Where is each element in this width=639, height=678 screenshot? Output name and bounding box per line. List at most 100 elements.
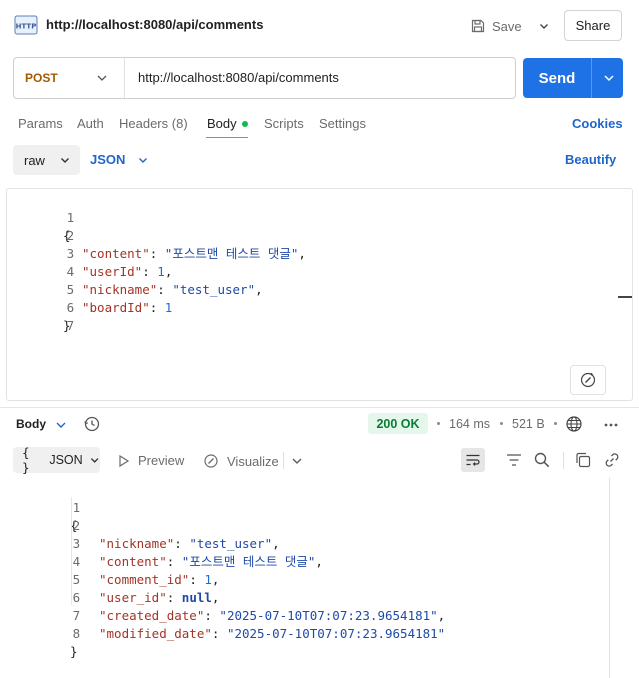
active-tab-indicator	[206, 137, 248, 138]
json-tail: ,	[437, 608, 446, 623]
body-type-select[interactable]: raw	[13, 145, 80, 175]
globe-icon[interactable]	[565, 415, 583, 433]
json-value: "test_user"	[172, 282, 256, 297]
line-number: 1	[66, 210, 75, 225]
line-number: 2	[66, 228, 75, 243]
code-line: 8 }	[0, 607, 80, 659]
response-time[interactable]: 164 ms	[449, 417, 490, 431]
status-badge[interactable]: 200 OK	[368, 413, 428, 434]
send-options-chevron-icon[interactable]	[601, 70, 617, 86]
filter-icon[interactable]	[505, 452, 523, 468]
tab-settings[interactable]: Settings	[319, 116, 366, 131]
tab-auth[interactable]: Auth	[77, 116, 104, 131]
chevron-down-icon	[60, 158, 69, 163]
headers-count: (8)	[171, 116, 188, 131]
line-number: 5	[66, 282, 75, 297]
body-format-select[interactable]: JSON	[90, 152, 149, 167]
line-number: 3	[72, 536, 81, 551]
tab-body[interactable]: Body	[207, 116, 237, 131]
braces-icon: { }	[22, 445, 30, 475]
json-key: "modified_date"	[99, 626, 212, 641]
json-tail: ,	[315, 554, 323, 569]
url-input[interactable]: http://localhost:8080/api/comments	[138, 70, 339, 85]
visualize-label: Visualize	[227, 453, 279, 469]
request-body-editor[interactable]: 1 { 2 "content": "포스트맨 테스트 댓글", 3 "userI…	[6, 188, 633, 401]
response-body-viewer[interactable]: 1 { 2 "nickname": "test_user", 3 "conten…	[0, 478, 609, 678]
tab-scripts[interactable]: Scripts	[264, 116, 304, 131]
line-number: 2	[72, 518, 81, 533]
json-sep: :	[189, 572, 205, 587]
beautify-link[interactable]: Beautify	[565, 152, 616, 167]
divider	[283, 452, 284, 469]
ai-assist-button[interactable]	[570, 365, 606, 395]
save-button[interactable]: Save	[470, 12, 528, 40]
separator-dot	[500, 422, 503, 425]
link-icon[interactable]	[603, 451, 621, 469]
code-line: 7	[7, 299, 75, 333]
request-title[interactable]: http://localhost:8080/api/comments	[46, 17, 263, 32]
copy-icon[interactable]	[574, 451, 592, 469]
tab-params[interactable]: Params	[18, 116, 63, 131]
json-sep: :	[149, 246, 165, 261]
history-icon[interactable]	[83, 415, 101, 433]
body-type-label: raw	[24, 152, 45, 168]
json-key: "content"	[82, 246, 150, 261]
wrap-lines-button[interactable]	[461, 448, 485, 472]
chevron-down-icon	[540, 24, 548, 29]
json-value: 1	[157, 264, 165, 279]
divider	[563, 452, 564, 469]
code-line: 5 "boardId": 1	[7, 263, 173, 315]
response-body-label[interactable]: Body	[16, 417, 46, 431]
http-request-icon: HTTP	[14, 15, 38, 35]
request-header: HTTP http://localhost:8080/api/comments …	[0, 0, 639, 52]
line-number: 7	[72, 608, 81, 623]
divider	[124, 58, 125, 98]
more-options-icon[interactable]	[603, 422, 619, 428]
tab-headers[interactable]: Headers (8)	[119, 116, 188, 131]
save-label: Save	[492, 18, 522, 34]
code-line: 2 "content": "포스트맨 테스트 댓글",	[7, 209, 306, 261]
response-size[interactable]: 521 B	[512, 417, 545, 431]
json-value: "2025-07-10T07:07:23.9654181"	[219, 608, 438, 623]
code-line: 6 }	[7, 281, 74, 333]
tab-headers-label: Headers	[119, 116, 169, 131]
editor-scroll-marker	[618, 296, 632, 298]
response-format-select[interactable]: { } JSON	[13, 445, 100, 475]
code-line: 3 "content": "포스트맨 테스트 댓글",	[0, 517, 323, 569]
json-key: "content"	[99, 554, 167, 569]
chevron-down-icon[interactable]	[54, 418, 68, 432]
line-number: 1	[72, 500, 81, 515]
json-tail: ,	[211, 590, 220, 605]
json-key: "user_id"	[99, 590, 167, 605]
divider	[591, 58, 592, 98]
chevron-down-icon	[97, 75, 107, 81]
divider	[0, 407, 639, 408]
preview-button[interactable]: Preview	[118, 453, 184, 468]
svg-text:HTTP: HTTP	[16, 23, 37, 31]
send-button[interactable]: Send	[523, 58, 591, 98]
response-scrollbar[interactable]	[609, 478, 610, 678]
json-value: "포스트맨 테스트 댓글"	[164, 246, 299, 261]
search-icon[interactable]	[533, 451, 551, 469]
line-number: 3	[66, 246, 75, 261]
chevron-down-icon[interactable]	[290, 454, 304, 468]
code-line: 3 "userId": 1,	[7, 227, 173, 279]
code-line: 6 "created_date": "2025-07-10T07:07:23.9…	[0, 571, 446, 623]
json-tail: ,	[164, 264, 173, 279]
code-line: 7 "modified_date": "2025-07-10T07:07:23.…	[0, 589, 446, 641]
line-number: 6	[72, 590, 81, 605]
json-sep: :	[211, 626, 227, 641]
save-options-button[interactable]	[534, 14, 554, 38]
preview-label: Preview	[138, 453, 185, 468]
cookies-link[interactable]: Cookies	[572, 116, 623, 131]
method-label: POST	[25, 71, 58, 85]
magic-wand-icon	[580, 372, 596, 388]
json-key: "boardId"	[82, 300, 150, 315]
json-value: 1	[204, 572, 212, 587]
save-icon	[471, 19, 485, 33]
share-button[interactable]: Share	[564, 10, 622, 41]
json-sep: :	[174, 536, 190, 551]
visualize-button[interactable]: Visualize	[203, 453, 279, 469]
visualize-icon	[204, 454, 218, 468]
separator-dot	[554, 422, 557, 425]
